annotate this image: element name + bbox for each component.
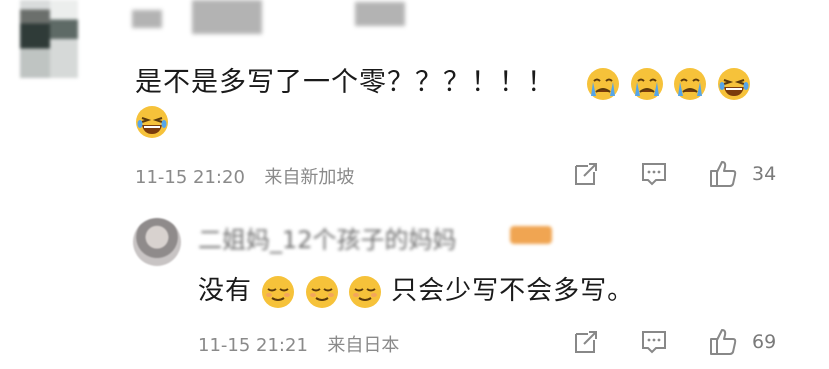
username-blur[interactable] [355,2,405,26]
timestamp: 11-15 21:20 [135,167,245,188]
username-blur[interactable] [132,10,162,28]
like-count: 34 [752,163,777,185]
laughing-face-icon [717,67,750,100]
comment-icon[interactable] [640,328,668,356]
comment-text: 是不是多写了一个零？？？！！！ [135,60,751,101]
reply-text-suffix: 只会少写不会多写。 [391,276,635,306]
smirk-face-icon [348,275,381,308]
comment-text-prefix: 是不是多写了一个零？？？！！！ [135,67,555,98]
reply-badge [510,226,552,244]
laughing-face-icon [136,106,168,138]
smirk-face-icon [262,275,295,308]
comment-icon[interactable] [640,160,668,188]
like-icon[interactable] [708,326,740,358]
comment-meta: 11-15 21:20 来自新加坡 [135,163,354,189]
crying-face-icon [587,67,620,100]
reply-username[interactable]: 二姐妈_12个孩子的妈妈 [198,220,457,255]
reply-avatar[interactable] [133,218,181,266]
smirk-face-icon [305,275,338,308]
username-blur[interactable] [192,0,262,34]
like-count: 69 [752,331,777,353]
crying-face-icon [674,67,707,100]
crying-face-icon [630,67,663,100]
share-icon[interactable] [572,328,600,356]
comment-thread: 是不是多写了一个零？？？！！！ 11-15 21:20 来自新加坡 34 二姐妈… [0,0,829,369]
location: 来自日本 [327,335,400,356]
avatar[interactable] [20,0,78,78]
share-icon[interactable] [572,160,600,188]
reply-text: 没有 只会少写不会多写。 [198,270,634,309]
reply-meta: 11-15 21:21 来自日本 [198,331,399,357]
location: 来自新加坡 [264,167,355,188]
like-icon[interactable] [708,158,740,190]
timestamp: 11-15 21:21 [198,335,308,356]
reply-text-prefix: 没有 [198,276,253,306]
